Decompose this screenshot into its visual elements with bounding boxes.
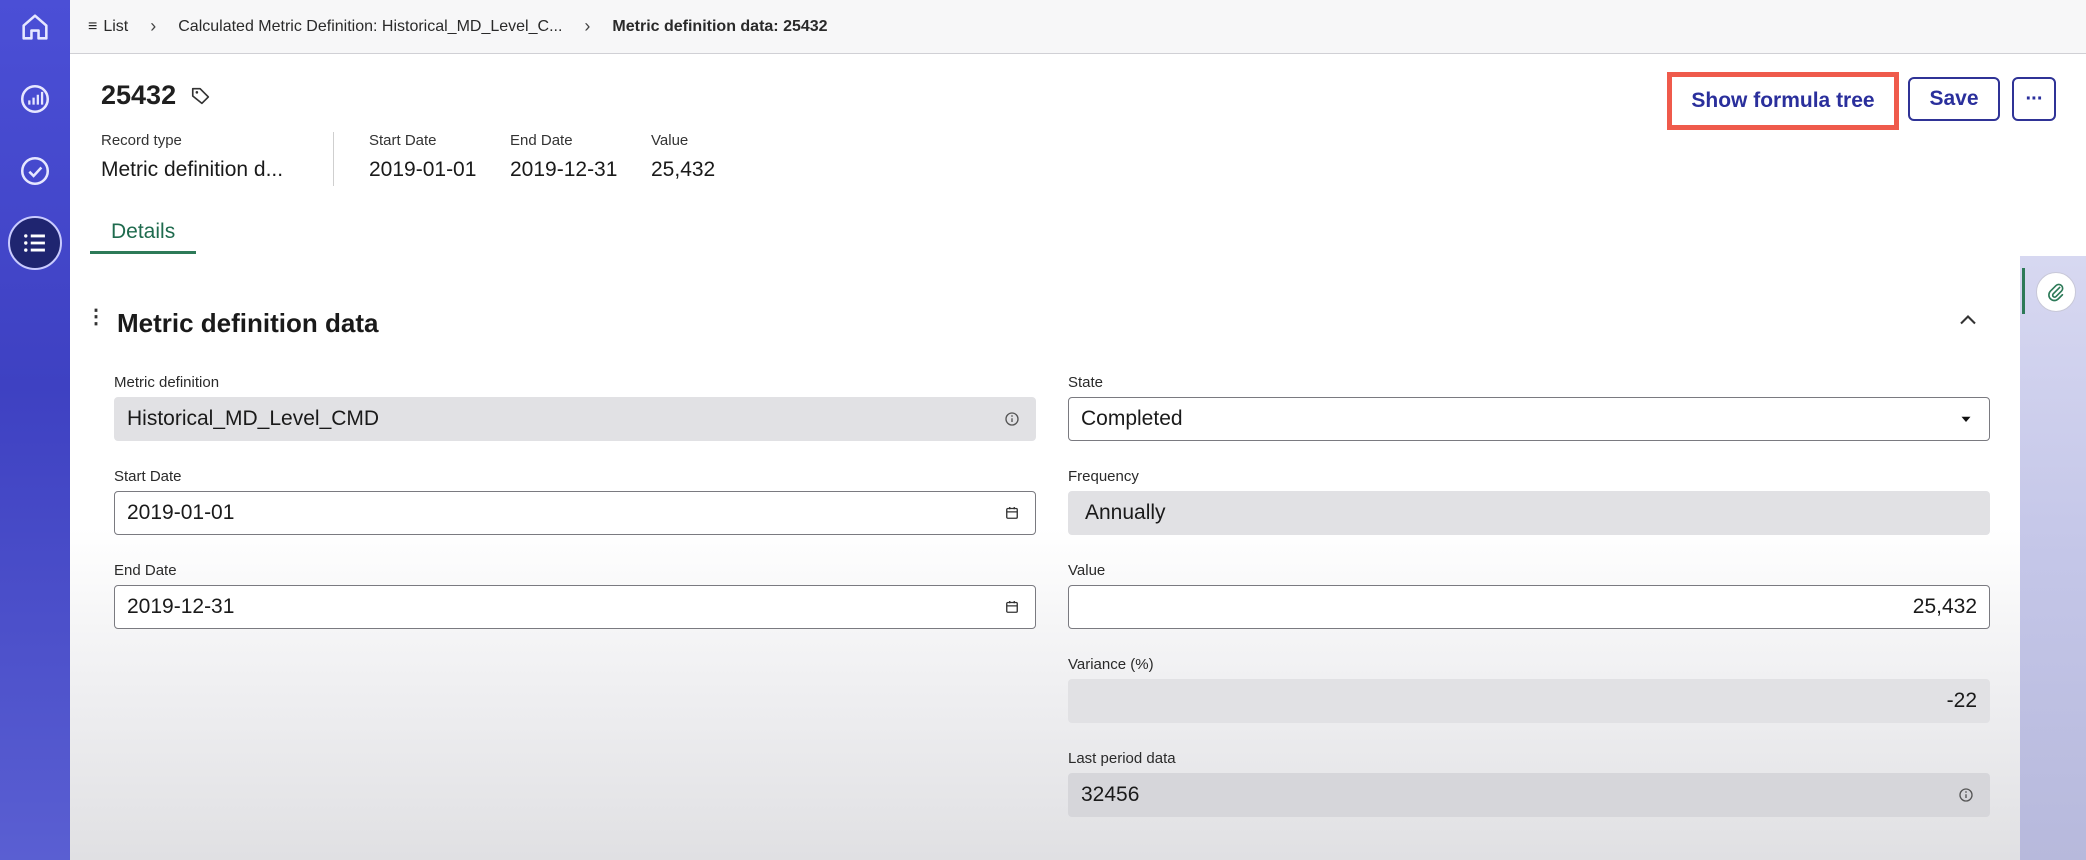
metric-definition-value: Historical_MD_Level_CMD — [114, 397, 1036, 441]
field-label: Value — [1068, 562, 1106, 579]
highlight-label: Start Date — [369, 132, 437, 149]
breadcrumb: ≡ List › Calculated Metric Definition: H… — [70, 0, 2086, 54]
breadcrumb-parent-link[interactable]: Calculated Metric Definition: Historical… — [178, 18, 562, 36]
frequency-field: Frequency Annually — [1068, 468, 1990, 535]
highlight-value: Value 25,432 — [651, 132, 715, 182]
frequency-value: Annually — [1068, 491, 1990, 535]
field-value: 2019-12-31 — [127, 595, 235, 618]
field-value: 2019-01-01 — [127, 501, 235, 524]
highlight-value: 2019-01-01 — [369, 158, 477, 181]
attachments-button[interactable] — [2036, 272, 2076, 312]
rail-active-indicator — [2022, 268, 2025, 314]
highlight-value: 2019-12-31 — [510, 158, 618, 181]
start-date-input[interactable]: 2019-01-01 — [114, 491, 1036, 535]
info-icon[interactable] — [1003, 410, 1021, 428]
field-value: -22 — [1946, 689, 1977, 712]
field-value: Historical_MD_Level_CMD — [127, 407, 380, 430]
paperclip-icon — [2048, 283, 2064, 302]
home-icon — [22, 14, 48, 40]
list-button[interactable] — [8, 216, 62, 270]
field-value: Annually — [1085, 501, 1166, 524]
record-title: 25432 — [101, 80, 212, 111]
metric-definition-field: Metric definition Historical_MD_Level_CM… — [114, 374, 1036, 441]
menu-icon: ≡ — [88, 17, 98, 35]
check-circle-icon — [20, 156, 50, 186]
field-value: 25,432 — [1912, 595, 1977, 618]
highlight-start-date: Start Date 2019-01-01 — [369, 132, 476, 182]
highlight-value-text: 25,432 — [651, 158, 716, 181]
chevron-right-icon: › — [150, 16, 157, 36]
last-period-data-field: Last period data 32456 — [1068, 750, 1990, 817]
highlight-divider — [333, 132, 334, 186]
save-button[interactable]: Save — [1908, 77, 2000, 121]
state-field: State Completed — [1068, 374, 1990, 441]
drag-handle-icon[interactable]: ⋮ — [86, 307, 106, 327]
analytics-button[interactable] — [8, 72, 62, 126]
breadcrumb-list-link[interactable]: ≡ List — [88, 18, 128, 36]
highlight-value: Metric definition d... — [101, 158, 284, 181]
global-sidebar — [0, 0, 70, 860]
record-header: 25432 Record type Metric definition d...… — [70, 54, 2086, 254]
calendar-icon[interactable] — [1003, 598, 1021, 616]
field-label: Metric definition — [114, 374, 220, 391]
chevron-right-icon: › — [584, 16, 591, 36]
highlight-label: Record type — [101, 132, 182, 149]
field-value: 32456 — [1081, 783, 1140, 806]
chevron-up-icon[interactable] — [1954, 306, 1982, 334]
end-date-field: End Date 2019-12-31 — [114, 562, 1036, 629]
value-field: Value 25,432 — [1068, 562, 1990, 629]
highlight-record-type: Record type Metric definition d... — [101, 132, 283, 182]
field-label: Variance (%) — [1068, 656, 1154, 673]
show-formula-tree-button[interactable]: Show formula tree — [1667, 72, 1899, 130]
details-content: ⋮ Metric definition data Metric definiti… — [70, 256, 2020, 860]
variance-value: -22 — [1068, 679, 1990, 723]
home-button[interactable] — [8, 0, 62, 54]
tasks-button[interactable] — [8, 144, 62, 198]
highlight-end-date: End Date 2019-12-31 — [510, 132, 617, 182]
state-select[interactable]: Completed — [1068, 397, 1990, 441]
tag-icon[interactable] — [190, 85, 212, 107]
field-label: State — [1068, 374, 1104, 391]
utility-rail — [2020, 256, 2086, 860]
info-icon[interactable] — [1957, 786, 1975, 804]
highlight-label: End Date — [510, 132, 573, 149]
end-date-input[interactable]: 2019-12-31 — [114, 585, 1036, 629]
field-label: Start Date — [114, 468, 182, 485]
tab-details[interactable]: Details — [90, 220, 197, 254]
last-period-data-value: 32456 — [1068, 773, 1990, 817]
field-label: Last period data — [1068, 750, 1176, 767]
analytics-icon — [20, 84, 50, 114]
field-value: Completed — [1081, 407, 1183, 430]
section-title: Metric definition data — [117, 308, 379, 338]
highlight-label: Value — [651, 132, 689, 149]
more-actions-button[interactable]: ··· — [2012, 77, 2056, 121]
breadcrumb-current: Metric definition data: 25432 — [612, 17, 828, 35]
caret-down-icon[interactable] — [1957, 410, 1975, 428]
record-id: 25432 — [101, 80, 177, 110]
list-icon — [24, 234, 45, 252]
calendar-icon[interactable] — [1003, 504, 1021, 522]
variance-field: Variance (%) -22 — [1068, 656, 1990, 723]
breadcrumb-list-label: List — [103, 17, 129, 35]
start-date-field: Start Date 2019-01-01 — [114, 468, 1036, 535]
field-label: Frequency — [1068, 468, 1139, 485]
value-input[interactable]: 25,432 — [1068, 585, 1990, 629]
field-label: End Date — [114, 562, 177, 579]
